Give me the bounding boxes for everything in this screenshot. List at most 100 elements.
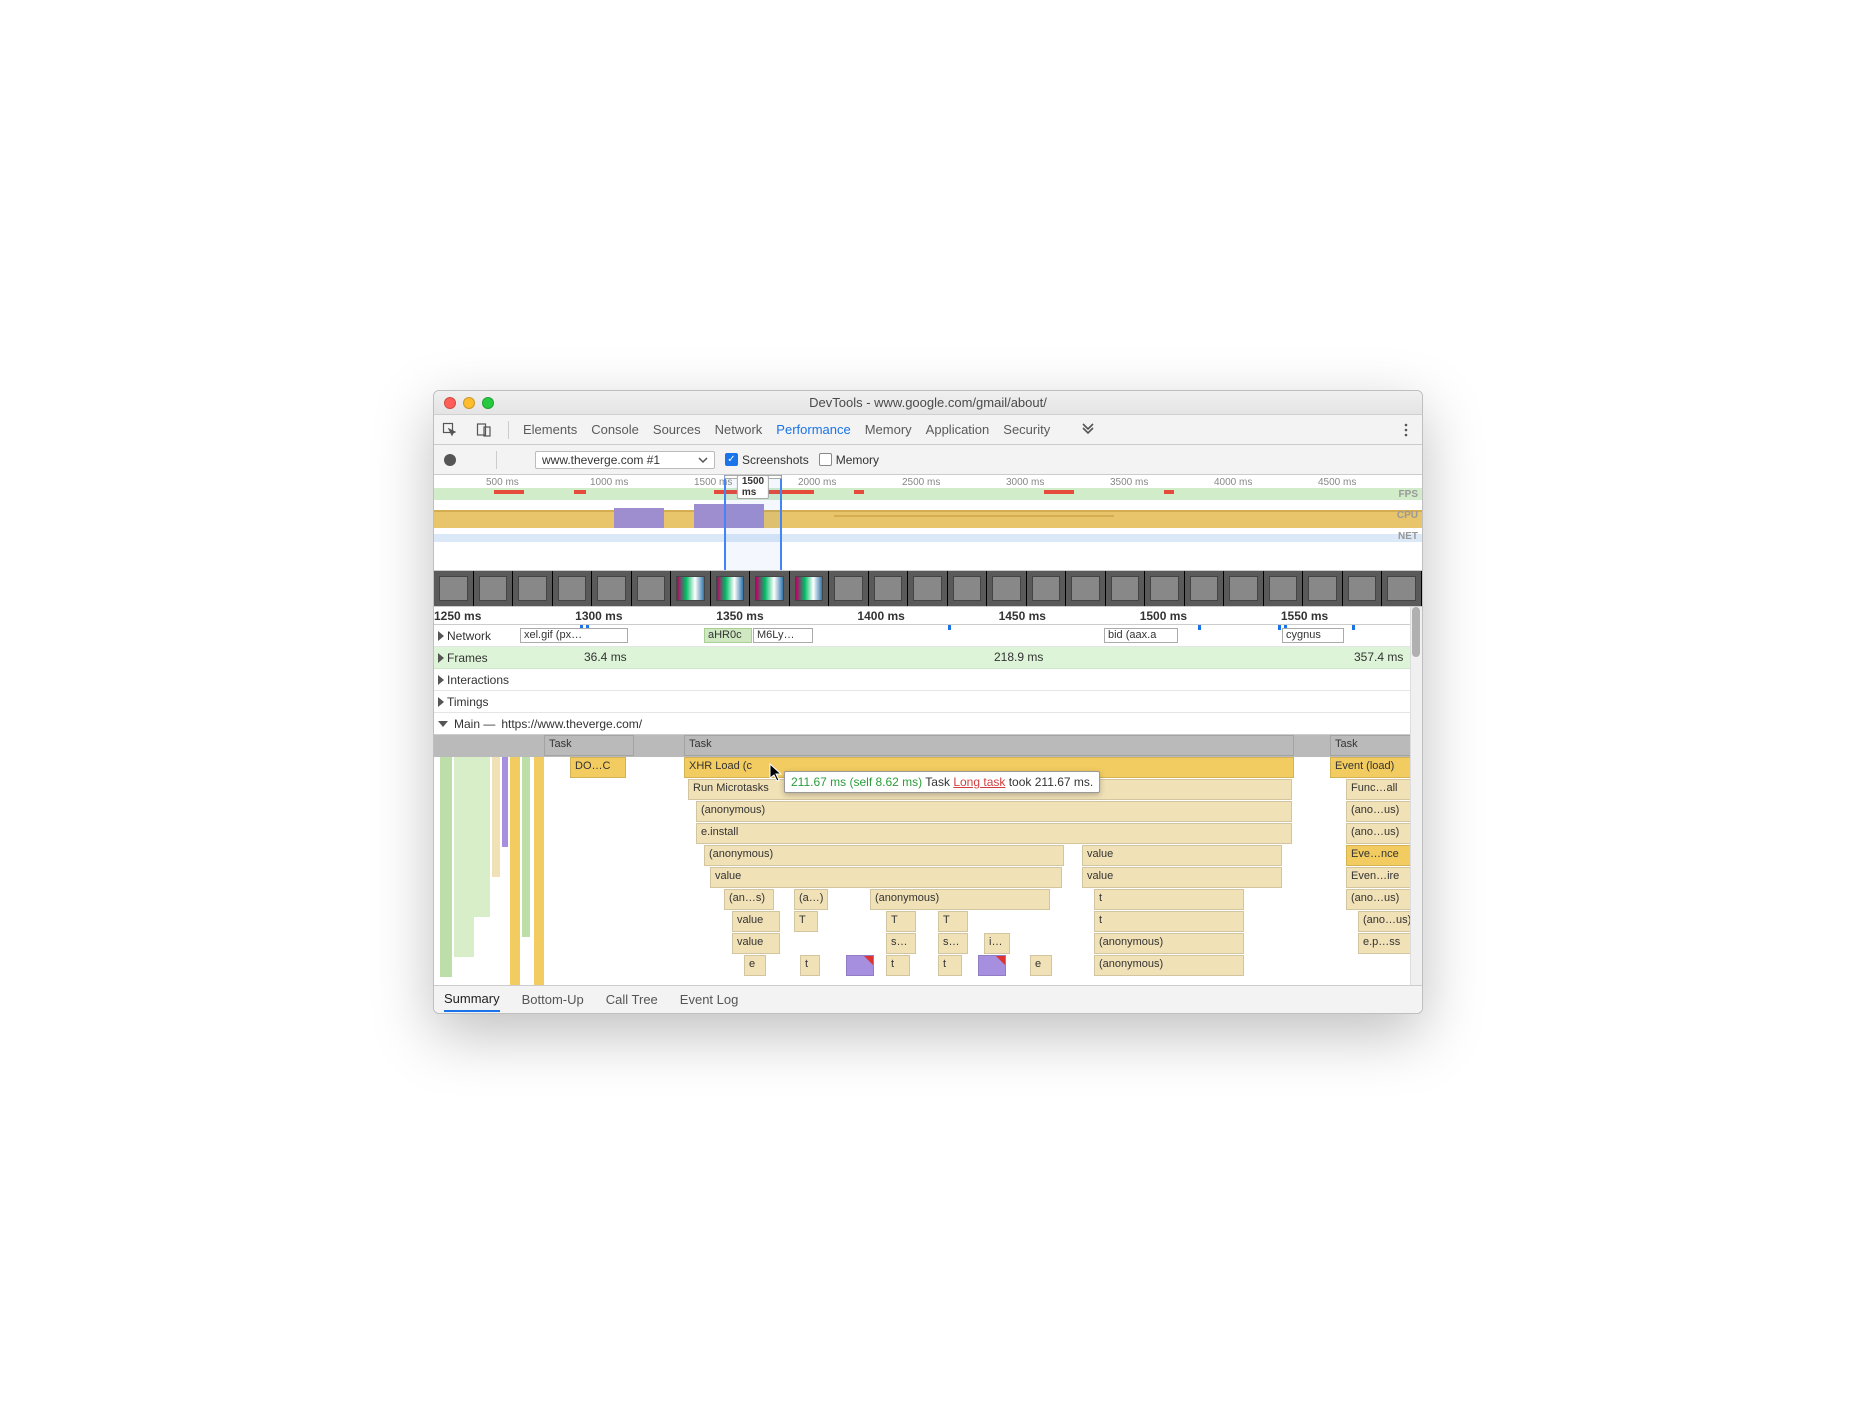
filmstrip-thumbnail[interactable] [790,571,830,606]
panel-tab-performance[interactable]: Performance [776,422,850,437]
flame-segment[interactable]: value [1082,845,1282,866]
filmstrip-thumbnail[interactable] [987,571,1027,606]
flame-segment[interactable]: value [710,867,1062,888]
flame-segment[interactable]: (a…) [794,889,828,910]
network-request-segment[interactable]: xel.gif (px… [520,628,628,643]
filmstrip-thumbnail[interactable] [829,571,869,606]
filmstrip-thumbnail[interactable] [1027,571,1067,606]
clear-icon[interactable] [482,458,486,462]
reload-record-icon[interactable] [468,458,472,462]
network-request-segment[interactable]: M6Ly… [753,628,813,643]
record-button[interactable] [442,452,458,468]
details-tab-call-tree[interactable]: Call Tree [606,988,658,1011]
filmstrip-thumbnail[interactable] [711,571,751,606]
network-request-segment[interactable]: aHR0c [704,628,752,643]
flame-segment[interactable] [502,757,508,847]
network-track[interactable]: Network xel.gif (px…aHR0cM6Ly…bid (aax.a… [434,625,1422,647]
overview-selection[interactable]: 1500 ms [724,475,782,570]
flame-segment[interactable]: t [800,955,820,976]
flame-segment[interactable]: i… [984,933,1010,954]
detail-ruler[interactable]: 1250 ms1300 ms1350 ms1400 ms1450 ms1500 … [434,607,1422,625]
flame-segment[interactable]: t [886,955,910,976]
flame-segment[interactable] [454,757,474,957]
filmstrip-thumbnail[interactable] [948,571,988,606]
interactions-track[interactable]: Interactions [434,669,1422,691]
filmstrip-thumbnail[interactable] [1382,571,1422,606]
frame-duration[interactable]: 36.4 ms [584,650,627,664]
more-panels-icon[interactable] [1078,420,1098,440]
flame-segment[interactable]: t [1094,911,1244,932]
main-thread-header[interactable]: Main — https://www.theverge.com/ [434,713,1422,735]
flame-segment[interactable]: T [794,911,818,932]
flame-segment[interactable]: value [732,911,780,932]
filmstrip-thumbnail[interactable] [434,571,474,606]
flame-segment[interactable]: s… [886,933,916,954]
flame-segment[interactable] [846,955,874,976]
filmstrip-thumbnail[interactable] [671,571,711,606]
flame-segment[interactable]: e.install [696,823,1292,844]
expand-icon[interactable] [438,653,444,663]
network-request-segment[interactable]: bid (aax.a [1104,628,1178,643]
flame-segment[interactable]: value [732,933,780,954]
screenshots-checkbox[interactable]: ✓ Screenshots [725,453,809,467]
filmstrip-thumbnail[interactable] [1224,571,1264,606]
flame-segment[interactable] [978,955,1006,976]
panel-tab-console[interactable]: Console [591,422,639,437]
frame-duration[interactable]: 357.4 ms [1354,650,1403,664]
flame-segment[interactable]: (anonymous) [696,801,1292,822]
panel-tab-sources[interactable]: Sources [653,422,701,437]
collapse-icon[interactable] [438,721,448,727]
filmstrip-thumbnail[interactable] [908,571,948,606]
filmstrip-thumbnail[interactable] [1264,571,1304,606]
flame-segment[interactable]: T [938,911,968,932]
flame-segment[interactable]: e [1030,955,1052,976]
flame-segment[interactable]: s… [938,933,968,954]
flame-segment[interactable] [474,757,490,917]
panel-tab-elements[interactable]: Elements [523,422,577,437]
flame-segment[interactable]: t [1094,889,1244,910]
filmstrip-thumbnail[interactable] [592,571,632,606]
frames-track[interactable]: Frames 36.4 ms218.9 ms357.4 ms [434,647,1422,669]
filmstrip-thumbnail[interactable] [513,571,553,606]
flame-segment[interactable] [510,757,520,985]
flame-segment[interactable]: value [1082,867,1282,888]
filmstrip-thumbnail[interactable] [1106,571,1146,606]
overview-timeline[interactable]: 500 ms1000 ms1500 ms2000 ms2500 ms3000 m… [434,475,1422,571]
download-profile-icon[interactable] [521,458,525,462]
frame-duration[interactable]: 218.9 ms [994,650,1043,664]
vertical-scrollbar[interactable] [1410,607,1422,985]
settings-gear-icon[interactable] [1410,458,1414,462]
recording-select[interactable]: www.theverge.com #1 [535,451,715,469]
kebab-menu-icon[interactable] [1396,420,1416,440]
expand-icon[interactable] [438,631,444,641]
panel-tab-application[interactable]: Application [926,422,990,437]
flame-segment[interactable]: e [744,955,766,976]
filmstrip-thumbnail[interactable] [1343,571,1383,606]
flame-segment[interactable] [440,757,452,977]
flame-segment[interactable]: DO…C [570,757,626,778]
flame-segment[interactable] [534,757,544,985]
scrollbar-thumb[interactable] [1412,607,1420,657]
panel-tab-network[interactable]: Network [715,422,763,437]
filmstrip-thumbnail[interactable] [869,571,909,606]
flame-segment[interactable]: Task [684,735,1294,756]
filmstrip-thumbnail[interactable] [1185,571,1225,606]
flame-segment[interactable]: Event (load) [1330,757,1420,778]
panel-tab-security[interactable]: Security [1003,422,1050,437]
details-tab-bottom-up[interactable]: Bottom-Up [522,988,584,1011]
filmstrip-thumbnail[interactable] [1145,571,1185,606]
tooltip-long-task-link[interactable]: Long task [953,775,1005,789]
flame-segment[interactable]: Task [1330,735,1422,756]
flame-segment[interactable]: (anonymous) [870,889,1050,910]
details-tab-summary[interactable]: Summary [444,987,500,1012]
flame-segment[interactable]: Task [544,735,634,756]
expand-icon[interactable] [438,675,444,685]
filmstrip-thumbnail[interactable] [553,571,593,606]
flame-segment[interactable]: (anonymous) [1094,955,1244,976]
filmstrip-thumbnail[interactable] [474,571,514,606]
flame-chart[interactable]: 211.67 ms (self 8.62 ms) Task Long task … [434,735,1422,985]
filmstrip-thumbnail[interactable] [1303,571,1343,606]
expand-icon[interactable] [438,697,444,707]
flame-segment[interactable]: t [938,955,962,976]
flame-segment[interactable]: T [886,911,916,932]
